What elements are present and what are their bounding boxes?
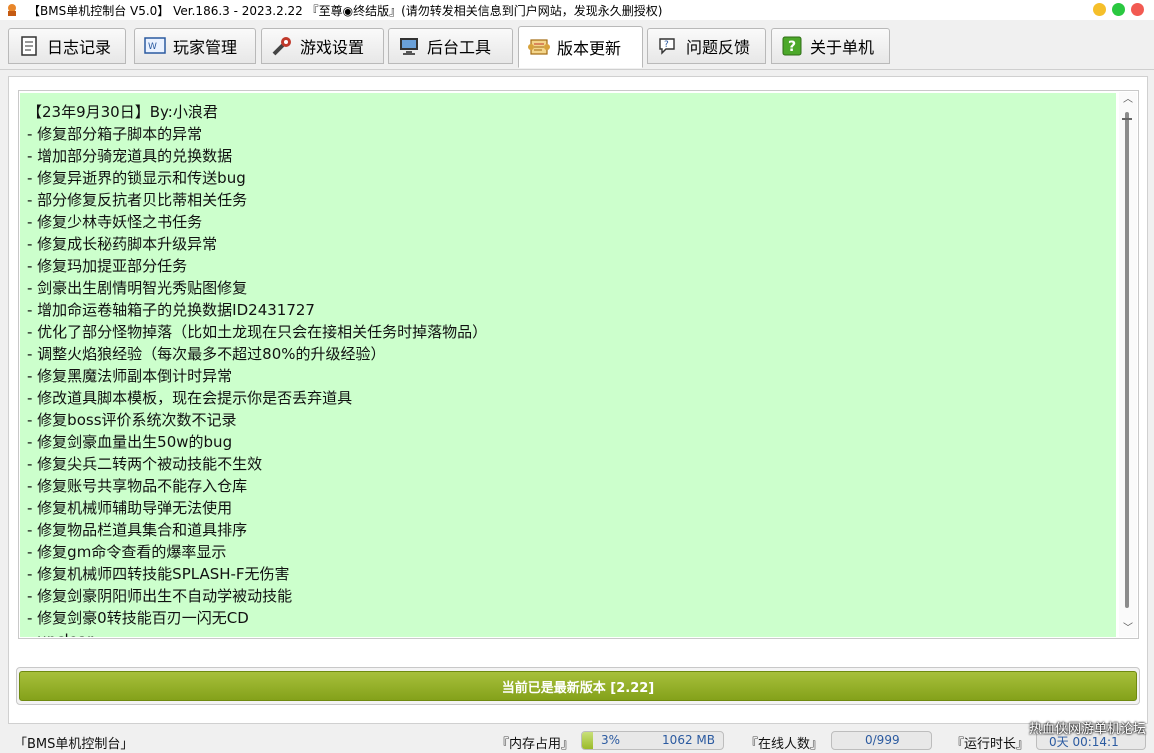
- tab-about[interactable]: ? 关于单机: [771, 28, 890, 64]
- memory-usage-fill: [582, 732, 594, 749]
- changelog-line: - 增加部分骑宠道具的兑换数据: [27, 147, 233, 165]
- changelog-line: 【23年9月30日】By:小浪君: [27, 103, 218, 121]
- window-title: 【BMS单机控制台 V5.0】 Ver.186.3 - 2023.2.22 『至…: [28, 3, 663, 18]
- scroll-icon: [527, 35, 551, 59]
- tab-version-update[interactable]: 版本更新: [518, 26, 643, 68]
- app-logo-icon: [4, 2, 20, 18]
- changelog-line: - 修复部分箱子脚本的异常: [27, 125, 203, 143]
- changelog-line: - 修复尖兵二转两个被动技能不生效: [27, 455, 263, 473]
- tab-label: 问题反馈: [686, 38, 751, 57]
- tab-feedback[interactable]: ? 问题反馈: [647, 28, 766, 64]
- tab-log[interactable]: 日志记录: [8, 28, 126, 64]
- changelog-line: - 修复账号共享物品不能存入仓库: [27, 477, 248, 495]
- tab-game-settings[interactable]: 游戏设置: [261, 28, 384, 64]
- app-label: 「BMS单机控制台」: [14, 737, 134, 752]
- watermark: 热血侠网游单机论坛: [1028, 722, 1146, 737]
- changelog-line: - 修复玛加提亚部分任务: [27, 257, 188, 275]
- changelog-line: - 修复boss评价系统次数不记录: [27, 411, 237, 429]
- web-browser-icon: W: [143, 34, 167, 58]
- changelog-line: - 修复剑豪0转技能百刃一闪无CD: [27, 609, 249, 627]
- memory-mb: 1062 MB: [662, 733, 715, 747]
- changelog-line: - 调整火焰狼经验（每次最多不超过80%的升级经验）: [27, 345, 386, 363]
- changelog-line: - 增加命运卷轴箱子的兑换数据ID2431727: [27, 301, 315, 319]
- changelog-line: - 修复机械师四转技能SPLASH-F无伤害: [27, 565, 290, 583]
- changelog-line: - 修复少林寺妖怪之书任务: [27, 213, 203, 231]
- changelog-line: - 部分修复反抗者贝比蒂相关任务: [27, 191, 248, 209]
- tab-label: 日志记录: [47, 38, 112, 57]
- status-bar: 「BMS单机控制台」 『内存占用』 3% 1062 MB 『在线人数』 0/99…: [0, 728, 1154, 753]
- online-label: 『在线人数』: [745, 737, 824, 752]
- online-count-bar: 0/999: [831, 731, 932, 750]
- minimize-button[interactable]: [1093, 3, 1106, 16]
- maximize-button[interactable]: [1112, 3, 1125, 16]
- svg-text:?: ?: [788, 39, 796, 55]
- tab-bar: 日志记录 W 玩家管理 游戏设置 后台工具 版本更新 ? 问题反馈 ? 关于单机: [0, 20, 1154, 70]
- tab-label: 版本更新: [557, 39, 622, 58]
- scroll-up-icon[interactable]: ︿: [1122, 94, 1134, 106]
- changelog-line: - 修复gm命令查看的爆率显示: [27, 543, 227, 561]
- changelog-line: - 剑豪出生剧情明智光秀贴图修复: [27, 279, 248, 297]
- runtime-label: 『运行时长』: [951, 737, 1030, 752]
- tab-backend-tools[interactable]: 后台工具: [388, 28, 513, 64]
- changelog-line: - 修复异逝界的锁显示和传送bug: [27, 169, 246, 187]
- notebook-icon: [17, 34, 41, 58]
- changelog-text-area[interactable]: 【23年9月30日】By:小浪君 - 修复部分箱子脚本的异常 - 增加部分骑宠道具的…: [20, 93, 1116, 637]
- scroll-down-icon[interactable]: ﹀: [1122, 623, 1134, 635]
- window-controls: [1093, 3, 1144, 16]
- title-bar: 【BMS单机控制台 V5.0】 Ver.186.3 - 2023.2.22 『至…: [0, 0, 1154, 20]
- changelog-line: - 修复剑豪阴阳师出生不自动学被动技能: [27, 587, 293, 605]
- vertical-scrollbar[interactable]: ︿ ﹀: [1119, 92, 1137, 637]
- online-count: 0/999: [865, 733, 900, 747]
- changelog-line: - 修复剑豪血量出生50w的bug: [27, 433, 233, 451]
- tab-label: 游戏设置: [300, 38, 365, 57]
- tab-label: 关于单机: [810, 38, 875, 57]
- tab-label: 后台工具: [427, 38, 492, 57]
- computer-icon: [397, 34, 421, 58]
- svg-text:?: ?: [664, 40, 669, 50]
- scrollbar-thumb[interactable]: [1125, 112, 1129, 608]
- memory-label: 『内存占用』: [496, 737, 575, 752]
- memory-percent: 3%: [601, 733, 621, 747]
- changelog-line: - 优化了部分怪物掉落（比如土龙现在只会在接相关任务时掉落物品）: [27, 323, 488, 341]
- memory-usage-bar: 3% 1062 MB: [581, 731, 724, 750]
- changelog-line: - 修改道具脚本模板，现在会提示你是否丢弃道具: [27, 389, 353, 407]
- version-update-panel: 【23年9月30日】By:小浪君 - 修复部分箱子脚本的异常 - 增加部分骑宠道具的…: [8, 76, 1148, 724]
- changelog-line: - 修复机械师辅助导弹无法使用: [27, 499, 233, 517]
- update-status-button[interactable]: 当前已是最新版本 [2.22]: [19, 671, 1137, 701]
- help-icon: ?: [780, 34, 804, 58]
- changelog-line: - unclear: [27, 629, 1116, 637]
- svg-text:W: W: [148, 42, 157, 52]
- wrench-icon: [270, 34, 294, 58]
- tab-player-management[interactable]: W 玩家管理: [134, 28, 256, 64]
- changelog-line: - 修复物品栏道具集合和道具排序: [27, 521, 248, 539]
- scrollbar-thumb-cap: [1122, 118, 1132, 120]
- update-status-frame: 当前已是最新版本 [2.22]: [16, 667, 1140, 705]
- feedback-icon: ?: [656, 34, 680, 58]
- changelog-line: - 修复黑魔法师副本倒计时异常: [27, 367, 233, 385]
- close-button[interactable]: [1131, 3, 1144, 16]
- changelog-box: 【23年9月30日】By:小浪君 - 修复部分箱子脚本的异常 - 增加部分骑宠道具的…: [18, 90, 1139, 639]
- changelog-line: - 修复成长秘药脚本升级异常: [27, 235, 218, 253]
- tab-label: 玩家管理: [173, 38, 238, 57]
